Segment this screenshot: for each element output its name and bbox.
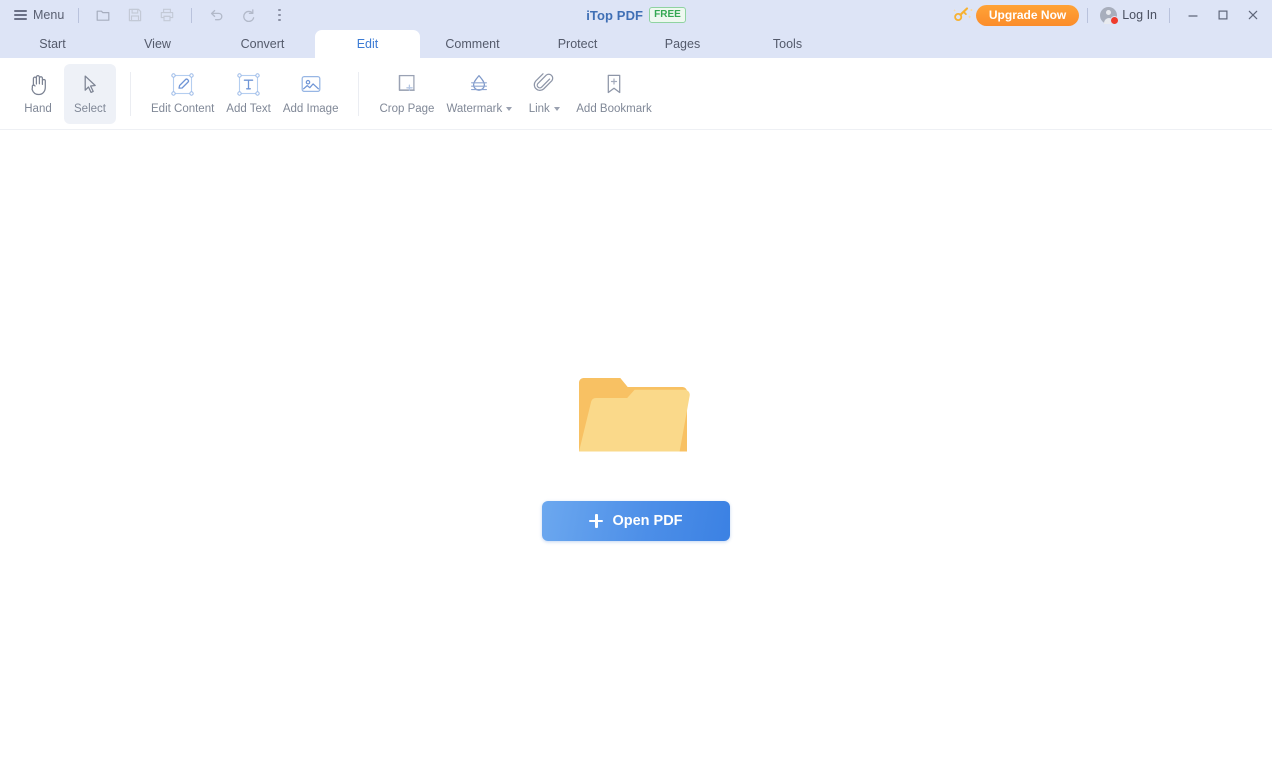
tab-label: Edit — [356, 37, 379, 51]
tab-label: Pages — [664, 37, 701, 51]
tool-label: Add Text — [226, 103, 271, 115]
tool-add-bookmark[interactable]: Add Bookmark — [570, 64, 657, 124]
title-bar: Menu iTop PDF FREE Upgrade Now Log In — [0, 0, 1272, 30]
tool-label: Add Bookmark — [576, 103, 652, 115]
open-file-icon[interactable] — [90, 3, 116, 27]
tool-label: Crop Page — [379, 103, 435, 115]
tool-crop-page[interactable]: Crop Page — [373, 64, 440, 124]
hand-icon — [28, 72, 49, 96]
print-icon[interactable] — [154, 3, 180, 27]
document-canvas: Open PDF — [0, 130, 1272, 769]
avatar — [1100, 6, 1120, 25]
tool-add-image[interactable]: Add Image — [277, 64, 345, 124]
magic-key-icon — [950, 4, 976, 26]
tab-label: Comment — [445, 37, 500, 51]
upgrade-now-button[interactable]: Upgrade Now — [975, 4, 1080, 26]
more-options-icon[interactable] — [270, 4, 288, 26]
edit-toolbar: Hand Select Edit Content Add Text Add Im… — [0, 58, 1272, 130]
divider — [191, 7, 193, 23]
ribbon-tab-bar: Start View Convert Edit Comment Protect … — [0, 30, 1272, 58]
tool-label: Watermark — [446, 103, 513, 115]
tool-hand[interactable]: Hand — [12, 64, 64, 124]
undo-icon[interactable] — [203, 3, 229, 27]
close-button[interactable] — [1238, 1, 1268, 29]
tab-pages[interactable]: Pages — [630, 30, 735, 58]
divider — [78, 7, 80, 23]
tab-protect[interactable]: Protect — [525, 30, 630, 58]
add-bookmark-icon — [603, 72, 625, 96]
tab-tools[interactable]: Tools — [735, 30, 840, 58]
main-menu-button[interactable]: Menu — [8, 6, 70, 24]
tab-convert[interactable]: Convert — [210, 30, 315, 58]
tool-label: Edit Content — [151, 103, 215, 115]
cursor-select-icon — [80, 72, 100, 96]
tab-label: Tools — [772, 37, 803, 51]
tab-view[interactable]: View — [105, 30, 210, 58]
tab-start[interactable]: Start — [0, 30, 105, 58]
titlebar-left-group: Menu — [8, 3, 288, 27]
tool-label: Hand — [24, 103, 52, 115]
link-icon — [532, 72, 556, 96]
toolbar-divider — [130, 71, 131, 116]
tool-label: Add Image — [282, 103, 339, 115]
login-button[interactable]: Log In — [1096, 5, 1161, 26]
tab-label: Convert — [240, 37, 285, 51]
divider — [1169, 7, 1170, 23]
toolbar-divider — [358, 71, 360, 116]
hamburger-icon — [14, 10, 27, 20]
titlebar-right-group: Upgrade Now Log In — [950, 0, 1272, 30]
edit-content-icon — [170, 72, 195, 96]
divider — [1087, 7, 1089, 23]
tab-label: View — [144, 37, 171, 51]
tab-comment[interactable]: Comment — [420, 30, 525, 58]
app-name-label: iTop PDF — [586, 7, 644, 23]
open-pdf-label: Open PDF — [612, 513, 683, 529]
tool-label: Select — [74, 103, 106, 115]
tool-label: Link — [529, 103, 560, 115]
edition-badge: FREE — [649, 7, 686, 23]
tab-label: Start — [39, 37, 66, 51]
watermark-icon — [467, 72, 491, 96]
tool-watermark[interactable]: Watermark — [440, 64, 518, 124]
notification-dot — [1110, 15, 1120, 25]
minimize-button[interactable] — [1178, 1, 1208, 29]
crop-page-icon — [395, 72, 419, 96]
save-icon[interactable] — [122, 3, 148, 27]
redo-icon[interactable] — [235, 3, 261, 27]
add-image-icon — [299, 72, 323, 96]
tool-link[interactable]: Link — [518, 64, 570, 124]
plus-icon — [589, 514, 604, 528]
tab-label: Protect — [557, 37, 598, 51]
tab-edit[interactable]: Edit — [315, 30, 420, 58]
chevron-down-icon[interactable] — [506, 107, 513, 111]
chevron-down-icon[interactable] — [553, 107, 560, 111]
open-pdf-button[interactable]: Open PDF — [542, 501, 730, 541]
add-text-icon — [236, 72, 261, 96]
tool-edit-content[interactable]: Edit Content — [145, 64, 220, 124]
tool-select[interactable]: Select — [64, 63, 116, 124]
tool-add-text[interactable]: Add Text — [220, 64, 277, 124]
login-label: Log In — [1122, 8, 1157, 22]
main-menu-label: Menu — [33, 8, 65, 22]
open-folder-illustration — [577, 370, 695, 469]
maximize-button[interactable] — [1208, 1, 1238, 29]
